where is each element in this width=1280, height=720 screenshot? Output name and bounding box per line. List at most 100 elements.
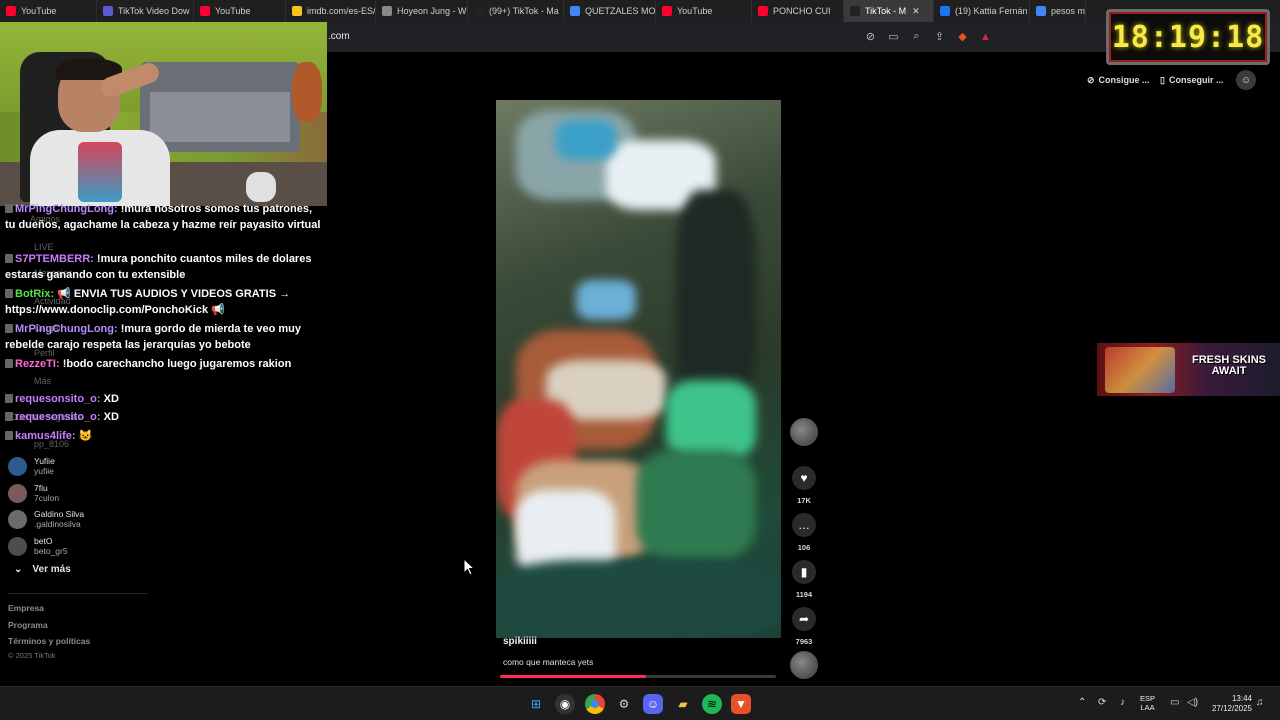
- chat-username[interactable]: MrPingChungLong:: [15, 323, 118, 335]
- chat-text: 😺: [78, 430, 93, 442]
- chat-username[interactable]: RezzeTI:: [15, 358, 60, 370]
- video-progress-fill: [500, 675, 647, 678]
- brave-icon[interactable]: ▼: [731, 694, 751, 714]
- favicon-icon: [6, 6, 16, 16]
- heart-icon: ♥: [792, 466, 816, 490]
- video-player[interactable]: [496, 100, 781, 638]
- windows-start-icon[interactable]: ⊞: [526, 694, 546, 714]
- chat-username[interactable]: requesonsito_o:: [15, 393, 101, 405]
- sidebar-divider: [8, 593, 148, 594]
- browser-tab[interactable]: (99+) TikTok - Ma: [468, 0, 564, 22]
- creator-avatar[interactable]: [790, 418, 818, 446]
- tab-label: imdb.com/es-ES/: [307, 6, 376, 16]
- notification-bell-icon[interactable]: ♫: [1256, 697, 1264, 708]
- ghost-nav-more[interactable]: Más: [34, 376, 51, 386]
- microphone-icon[interactable]: ♪: [1120, 697, 1125, 708]
- system-clock[interactable]: 13:44 27/12/2025: [1204, 694, 1252, 714]
- browser-tab[interactable]: Hoyeon Jung - Wi: [376, 0, 468, 22]
- input-language[interactable]: ESP LAA: [1140, 694, 1155, 712]
- get-app-button[interactable]: ▯ Conseguir ...: [1160, 70, 1223, 90]
- chat-username[interactable]: MrPingChungLong:: [15, 203, 118, 215]
- comment-count: 106: [797, 543, 811, 552]
- ad-banner[interactable]: FRESH SKINS AWAIT: [1097, 343, 1280, 396]
- see-more-button[interactable]: ⌄ Ver más: [14, 564, 71, 575]
- phone-icon: ▯: [1160, 74, 1165, 85]
- system-time: 13:44: [1231, 694, 1252, 703]
- video-author[interactable]: spikiiiii: [503, 636, 537, 647]
- chat-message: MrPingChungLong: !mura nosotros somos tu…: [5, 202, 323, 233]
- bookmark-icon: ▮: [792, 560, 816, 584]
- video-caption: como que manteca yets: [503, 657, 594, 667]
- network-icon[interactable]: ▭: [1170, 697, 1179, 708]
- cast-icon[interactable]: ▭: [885, 28, 902, 45]
- browser-tab[interactable]: QUETZALES MON: [564, 0, 656, 22]
- volume-icon[interactable]: ◁): [1187, 697, 1198, 708]
- following-item[interactable]: Yufiie yufiie: [8, 454, 55, 478]
- chat-username[interactable]: requesonsito_o:: [15, 411, 101, 423]
- profile-menu-button[interactable]: ☺: [1236, 70, 1256, 90]
- browser-tab[interactable]: (19) Kattia Fernán: [934, 0, 1030, 22]
- chat-badge-icon: [5, 204, 13, 213]
- following-name: Galdino Silva: [34, 509, 85, 519]
- brave-shield-icon[interactable]: ◆: [954, 28, 971, 45]
- following-item[interactable]: 7fiu 7culon: [8, 481, 59, 505]
- steam-icon[interactable]: ⚙: [614, 694, 634, 714]
- spotify-icon[interactable]: ≋: [702, 694, 722, 714]
- chat-username[interactable]: BotRix:: [15, 288, 54, 300]
- save-button[interactable]: ▮ 1194: [792, 560, 816, 599]
- eye-off-icon[interactable]: ⊘: [862, 28, 879, 45]
- file-explorer-icon[interactable]: ▰: [673, 694, 693, 714]
- rewards-icon[interactable]: ▲: [977, 28, 994, 45]
- share-icon[interactable]: ⇪: [931, 28, 948, 45]
- browser-tab[interactable]: YouTube: [656, 0, 752, 22]
- tray-app-icon[interactable]: ⟳: [1098, 697, 1106, 708]
- chat-username[interactable]: kamus4life:: [15, 430, 76, 442]
- browser-tab[interactable]: TikTok Video Dow: [97, 0, 194, 22]
- chrome-icon[interactable]: [585, 694, 605, 714]
- browser-tab[interactable]: YouTube: [0, 0, 97, 22]
- browser-tab[interactable]: TikTok - M ✕: [844, 0, 934, 22]
- share-button[interactable]: ➦ 7963: [792, 607, 816, 646]
- windows-taskbar: ⊞ ◉ ⚙ ☺ ▰ ≋ ▼ ⌃ ⟳ ♪ ESP LAA ▭ ◁) 13:44 2…: [0, 686, 1280, 720]
- music-disc-avatar[interactable]: [790, 651, 818, 679]
- get-coins-button[interactable]: ⊘ Consigue ...: [1087, 70, 1150, 90]
- ghost-nav-live[interactable]: LIVE: [34, 242, 54, 252]
- following-item[interactable]: betO beto_gr5: [8, 534, 68, 558]
- obs-icon[interactable]: ◉: [555, 694, 575, 714]
- browser-tab[interactable]: YouTube: [194, 0, 286, 22]
- tray-chevron-icon[interactable]: ⌃: [1078, 697, 1086, 708]
- comment-icon: …: [792, 513, 816, 537]
- lang-layout: LAA: [1140, 702, 1155, 712]
- favicon-icon: [474, 6, 484, 16]
- chat-message: requesonsito_o: XD: [5, 410, 323, 426]
- following-item[interactable]: Galdino Silva .galdinosilva: [8, 507, 84, 531]
- favicon-icon: [103, 6, 113, 16]
- chat-text: !bodo carechancho luego jugaremos rakion: [62, 358, 292, 370]
- left-sidebar: Amigos LIVE Mensajes Actividad Cargar Pe…: [0, 203, 327, 686]
- chat-badge-icon: [5, 394, 13, 403]
- chat-username[interactable]: S7PTEMBERR:: [15, 253, 94, 265]
- following-handle: 7culon: [34, 493, 60, 503]
- ad-line-2: AWAIT: [1211, 365, 1247, 377]
- browser-tab[interactable]: pesos mex: [1030, 0, 1086, 22]
- browser-tab[interactable]: imdb.com/es-ES/: [286, 0, 376, 22]
- get-app-label: Conseguir ...: [1168, 75, 1224, 85]
- footer-link-company[interactable]: Empresa: [8, 603, 44, 613]
- tab-label: pesos mex: [1051, 6, 1086, 16]
- browser-tab[interactable]: PONCHO CUI: [752, 0, 844, 22]
- close-tab-icon[interactable]: ✕: [912, 6, 920, 17]
- like-button[interactable]: ♥ 17K: [792, 466, 816, 505]
- footer-link-terms[interactable]: Términos y políticas: [8, 636, 90, 646]
- video-progress-bar[interactable]: [500, 675, 776, 678]
- url-text[interactable]: .com: [328, 31, 350, 42]
- favicon-icon: [292, 6, 302, 16]
- tab-label: QUETZALES MON: [585, 6, 656, 16]
- chat-badge-icon: [5, 412, 13, 421]
- tab-label: YouTube: [677, 6, 713, 16]
- coin-icon: ⊘: [1087, 74, 1095, 85]
- zoom-icon[interactable]: ⌕: [908, 28, 925, 45]
- discord-icon[interactable]: ☺: [643, 694, 663, 714]
- footer-link-program[interactable]: Programa: [8, 620, 48, 630]
- comment-button[interactable]: … 106: [792, 513, 816, 552]
- avatar: [8, 509, 27, 529]
